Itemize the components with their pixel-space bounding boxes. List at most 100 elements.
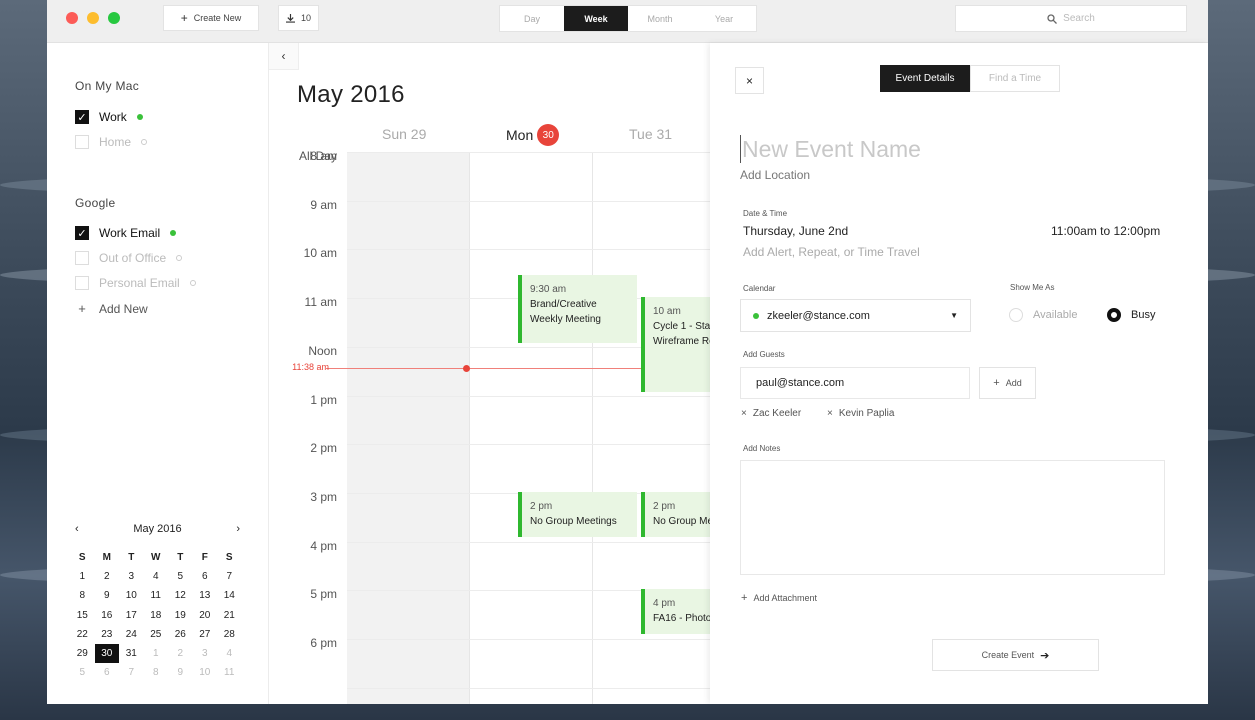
event-card[interactable]: 9:30 am Brand/Creative Weekly Meeting bbox=[518, 275, 637, 343]
view-month-tab[interactable]: Month bbox=[628, 6, 692, 31]
checkbox-unchecked-icon[interactable] bbox=[75, 251, 89, 265]
alert-repeat-link[interactable]: Add Alert, Repeat, or Time Travel bbox=[743, 245, 920, 259]
collapse-sidebar-button[interactable]: ‹ bbox=[269, 43, 299, 70]
mini-calendar-day[interactable]: 8 bbox=[70, 586, 95, 605]
zoom-window-button[interactable] bbox=[108, 12, 120, 24]
app-window: + Create New 10 Day Week Month Year Sear… bbox=[47, 0, 1208, 704]
mini-calendar-day[interactable]: 5 bbox=[168, 567, 193, 586]
mini-calendar-day[interactable]: 9 bbox=[95, 586, 120, 605]
mini-calendar-day[interactable]: 21 bbox=[217, 606, 242, 625]
mini-calendar-day[interactable]: 25 bbox=[144, 625, 169, 644]
checkbox-checked-icon[interactable]: ✓ bbox=[75, 226, 89, 240]
mini-calendar-day[interactable]: 22 bbox=[70, 625, 95, 644]
add-attachment-button[interactable]: + Add Attachment bbox=[741, 592, 817, 604]
mini-calendar-day[interactable]: 15 bbox=[70, 606, 95, 625]
panel-tabs: Event Details Find a Time bbox=[880, 65, 1060, 92]
search-input[interactable]: Search bbox=[955, 5, 1187, 32]
add-new-calendar-button[interactable]: + Add New bbox=[75, 301, 148, 316]
checkbox-unchecked-icon[interactable] bbox=[75, 135, 89, 149]
mini-calendar-day[interactable]: 26 bbox=[168, 625, 193, 644]
calendar-label: Home bbox=[99, 135, 132, 149]
mini-calendar-day[interactable]: 2 bbox=[95, 567, 120, 586]
day-header-tue[interactable]: Tue 31 bbox=[629, 126, 672, 142]
event-time-range[interactable]: 11:00am to 12:00pm bbox=[1051, 224, 1160, 238]
mini-calendar-day[interactable]: 1 bbox=[70, 567, 95, 586]
mini-calendar-day[interactable]: 2 bbox=[168, 644, 193, 663]
mini-calendar-day[interactable]: 7 bbox=[217, 567, 242, 586]
mini-calendar-day[interactable]: 4 bbox=[217, 644, 242, 663]
radio-unselected-icon[interactable] bbox=[1009, 308, 1023, 322]
availability-available-option[interactable]: Available bbox=[1009, 308, 1077, 322]
guest-email-input[interactable]: paul@stance.com bbox=[740, 367, 970, 399]
remove-icon[interactable]: × bbox=[741, 408, 747, 419]
hour-label: 6 pm bbox=[310, 636, 337, 650]
availability-busy-option[interactable]: Busy bbox=[1107, 308, 1155, 322]
mini-calendar-day[interactable]: 27 bbox=[193, 625, 218, 644]
mini-calendar-day[interactable]: 9 bbox=[168, 663, 193, 682]
mini-calendar-day[interactable]: 5 bbox=[70, 663, 95, 682]
add-location-link[interactable]: Add Location bbox=[740, 168, 810, 182]
inbox-button[interactable]: 10 bbox=[278, 5, 319, 31]
mini-calendar-day[interactable]: 6 bbox=[193, 567, 218, 586]
event-card[interactable]: 2 pm No Group Meetings bbox=[518, 492, 637, 537]
mini-calendar-day[interactable]: 12 bbox=[168, 586, 193, 605]
close-window-button[interactable] bbox=[66, 12, 78, 24]
minimize-window-button[interactable] bbox=[87, 12, 99, 24]
weekday-header: F bbox=[201, 552, 208, 564]
calendar-select-value: zkeeler@stance.com bbox=[767, 309, 870, 322]
radio-selected-icon[interactable] bbox=[1107, 308, 1121, 322]
view-year-tab[interactable]: Year bbox=[692, 6, 756, 31]
close-panel-button[interactable]: × bbox=[735, 67, 764, 94]
mini-calendar-day[interactable]: 3 bbox=[119, 567, 144, 586]
checkbox-checked-icon[interactable]: ✓ bbox=[75, 110, 89, 124]
calendar-item-out-of-office[interactable]: Out of Office bbox=[75, 251, 183, 265]
mini-calendar-day[interactable]: 20 bbox=[193, 606, 218, 625]
view-day-tab[interactable]: Day bbox=[500, 6, 564, 31]
mini-calendar-day[interactable]: 30 bbox=[94, 643, 119, 664]
mini-calendar-day[interactable]: 1 bbox=[144, 644, 169, 663]
notes-textarea[interactable] bbox=[740, 460, 1165, 575]
day-header-mon[interactable]: Mon 30 bbox=[506, 124, 560, 146]
chevron-right-icon[interactable]: › bbox=[236, 523, 240, 535]
create-new-button[interactable]: + Create New bbox=[163, 5, 259, 31]
calendar-select[interactable]: zkeeler@stance.com ▼ bbox=[740, 299, 971, 332]
tab-find-a-time[interactable]: Find a Time bbox=[970, 65, 1060, 92]
calendar-item-personal-email[interactable]: Personal Email bbox=[75, 276, 196, 290]
checkbox-unchecked-icon[interactable] bbox=[75, 276, 89, 290]
mini-calendar-day[interactable]: 31 bbox=[119, 644, 144, 663]
mini-calendar-day[interactable]: 8 bbox=[144, 663, 169, 682]
add-guest-button[interactable]: + Add bbox=[979, 367, 1036, 399]
guest-input-value: paul@stance.com bbox=[756, 377, 845, 389]
event-date[interactable]: Thursday, June 2nd bbox=[743, 224, 848, 238]
mini-calendar-day[interactable]: 4 bbox=[144, 567, 169, 586]
mini-calendar-day[interactable]: 11 bbox=[217, 663, 242, 682]
mini-calendar-day[interactable]: 6 bbox=[95, 663, 120, 682]
mini-calendar-day[interactable]: 14 bbox=[217, 586, 242, 605]
mini-calendar-day[interactable]: 13 bbox=[193, 586, 218, 605]
guest-chip[interactable]: × Kevin Paplia bbox=[827, 408, 894, 419]
view-week-tab[interactable]: Week bbox=[564, 6, 628, 31]
mini-calendar-day[interactable]: 24 bbox=[119, 625, 144, 644]
calendar-item-work[interactable]: ✓ Work bbox=[75, 110, 143, 124]
tab-event-details[interactable]: Event Details bbox=[880, 65, 970, 92]
mini-calendar-day[interactable]: 29 bbox=[70, 644, 95, 663]
mini-calendar-day[interactable]: 17 bbox=[119, 606, 144, 625]
mini-calendar-day[interactable]: 16 bbox=[95, 606, 120, 625]
mini-calendar-day[interactable]: 19 bbox=[168, 606, 193, 625]
mini-calendar-day[interactable]: 18 bbox=[144, 606, 169, 625]
mini-calendar-day[interactable]: 10 bbox=[193, 663, 218, 682]
guest-chip[interactable]: × Zac Keeler bbox=[741, 408, 801, 419]
create-event-button[interactable]: Create Event ➔ bbox=[932, 639, 1099, 671]
mini-calendar-day[interactable]: 3 bbox=[193, 644, 218, 663]
remove-icon[interactable]: × bbox=[827, 408, 833, 419]
mini-calendar-day[interactable]: 23 bbox=[95, 625, 120, 644]
chevron-left-icon[interactable]: ‹ bbox=[75, 523, 79, 535]
mini-calendar-day[interactable]: 28 bbox=[217, 625, 242, 644]
mini-calendar-day[interactable]: 10 bbox=[119, 586, 144, 605]
calendar-item-home[interactable]: Home bbox=[75, 135, 148, 149]
mini-calendar-day[interactable]: 7 bbox=[119, 663, 144, 682]
mini-calendar-day[interactable]: 11 bbox=[144, 586, 169, 605]
day-header-sun[interactable]: Sun 29 bbox=[382, 126, 426, 142]
calendar-item-work-email[interactable]: ✓ Work Email bbox=[75, 226, 177, 240]
event-name-input[interactable]: New Event Name bbox=[740, 135, 921, 163]
